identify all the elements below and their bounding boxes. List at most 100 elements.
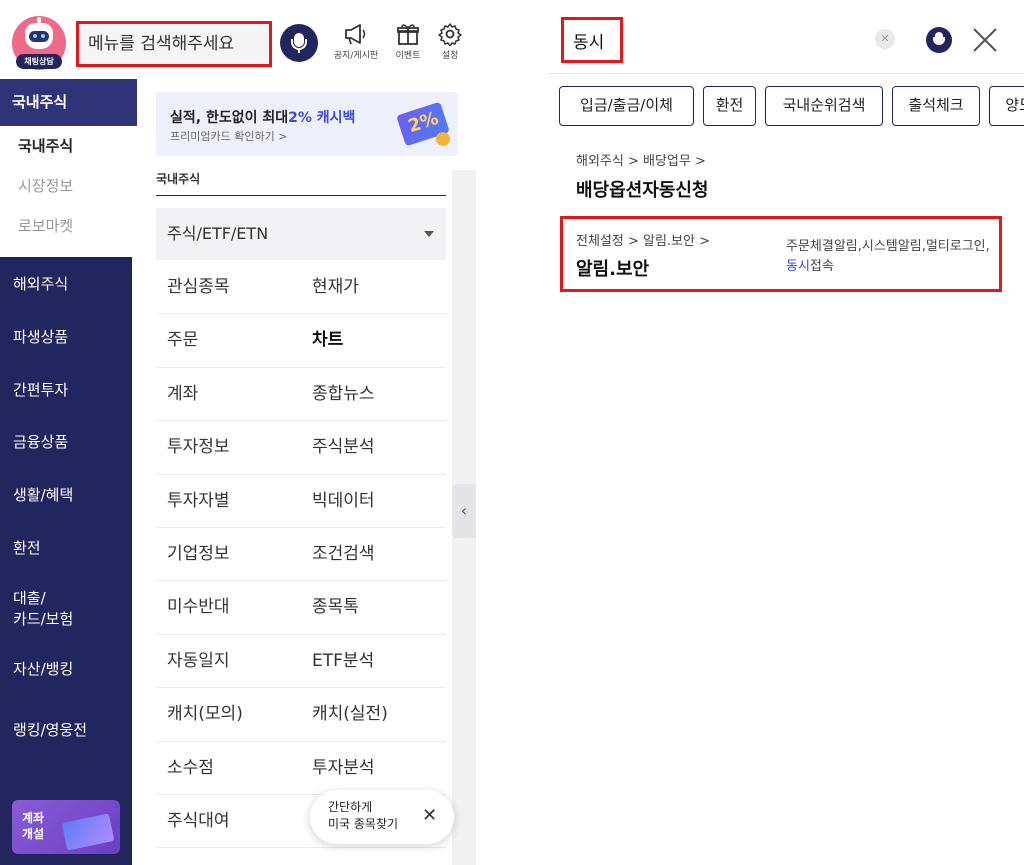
collapse-panel-button[interactable]: ‹ [452,484,476,538]
sidebar-item-financial-products[interactable]: 금융상품 [13,432,68,453]
result-title: 알림.보안 [576,259,650,280]
menu-row: 계좌 종합뉴스 [156,368,446,422]
cashback-banner[interactable]: 실적, 한도없이 최대2% 캐시백 프리미엄카드 확인하기 > 2% [156,92,458,156]
robot-icon [25,17,53,49]
banner-highlight: 2% 캐시백 [288,110,356,126]
menu-item-big-data[interactable]: 빅데이터 [312,475,375,528]
menu-search-input[interactable] [79,24,269,64]
menu-item-stock-lending[interactable]: 주식대여 [167,795,230,848]
clear-search-button[interactable]: ✕ [875,29,895,49]
product-type-dropdown[interactable]: 주식/ETF/ETN [156,208,446,260]
chatbot-button[interactable]: 채팅상담 [12,16,66,70]
menu-item-catch-mock[interactable]: 캐치(모의) [167,688,243,741]
open-account-button[interactable]: 계좌 개설 [12,800,120,854]
result-item-alert-security[interactable]: 전체설정 > 알림.보안 > 알림.보안 주문체결알림,시스템알림,멀티로그인,… [560,216,1002,292]
close-icon[interactable]: ✕ [422,805,437,826]
menu-row: 소수점 투자분석 [156,742,446,795]
coupon-icon: 2% [396,98,452,150]
menu-item-fractional[interactable]: 소수점 [167,742,214,795]
menu-item-company-info[interactable]: 기업정보 [167,528,230,581]
menu-panel: 채팅상담 공지/게시판 이벤트 설정 국내주식 국내 [0,0,476,865]
voice-search-button[interactable] [926,27,952,53]
menu-item-by-investor[interactable]: 투자자별 [167,475,230,528]
menu-row: 투자정보 주식분석 [156,421,446,475]
menu-item-watchlist[interactable]: 관심종목 [167,261,230,314]
section-title: 국내주식 [156,172,201,186]
chevron-left-icon: ‹ [460,501,468,520]
header-divider [548,73,1024,74]
chip-deposit-withdraw-transfer[interactable]: 입금/출금/이체 [559,86,694,126]
settings-label: 설정 [441,51,459,61]
menu-item-invest-analysis[interactable]: 투자분석 [312,742,375,795]
event-label: 이벤트 [395,51,421,61]
result-breadcrumb: 전체설정 > 알림.보안 > [576,234,710,249]
megaphone-icon [345,24,366,45]
menu-row: 캐치(모의) 캐치(실전) [156,688,446,742]
close-search-button[interactable] [972,27,998,53]
sidebar-item-ranking[interactable]: 랭킹/영웅전 [13,720,87,741]
results-search-box[interactable] [561,17,623,63]
close-icon [973,28,997,52]
section-divider [156,195,446,196]
notice-board-label: 공지/게시판 [333,51,379,61]
sidebar-item-derivatives[interactable]: 파생상품 [13,327,68,348]
menu-item-condition-search[interactable]: 조건검색 [312,528,375,581]
sidebar-item-life-benefits[interactable]: 생활/혜택 [13,485,73,506]
menu-row: 기업정보 조건검색 [156,528,446,582]
chip-transfer[interactable]: 양도 [989,86,1024,126]
subnav-item-robo-market[interactable]: 로보마켓 [0,206,132,246]
card-icon [61,813,115,851]
notice-board-button[interactable]: 공지/게시판 [330,22,382,61]
sidebar-item-overseas-stock[interactable]: 해외주식 [13,274,68,295]
voice-search-button[interactable] [280,24,318,62]
dropdown-selected: 주식/ETF/ETN [167,224,269,243]
search-results-panel: ✕ 입금/출금/이체 환전 국내순위검색 출석체크 양도 해외주식 > 배당업무… [548,0,1024,865]
open-account-label: 계좌 개설 [22,811,45,841]
sidebar-subnav: 국내주식 시장정보 로보마켓 [0,126,132,257]
us-stock-finder-toast[interactable]: 간단하게 미국 종목찾기 ✕ [310,790,454,844]
sidebar-item-exchange[interactable]: 환전 [13,538,41,559]
banner-subtext: 프리미엄카드 확인하기 > [170,130,288,143]
result-title[interactable]: 배당옵션자동신청 [576,176,708,202]
results-search-input[interactable] [564,20,620,60]
menu-item-invest-info[interactable]: 투자정보 [167,421,230,474]
gear-icon [438,23,462,46]
sidebar-item-assets-banking[interactable]: 자산/뱅킹 [13,659,73,680]
event-button[interactable]: 이벤트 [390,22,426,61]
menu-row: 미수반대 종목톡 [156,581,446,635]
subnav-item-domestic-stock[interactable]: 국내주식 [0,126,132,166]
chatbot-label: 채팅상담 [16,54,62,69]
quick-chips: 입금/출금/이체 환전 국내순위검색 출석체크 양도 [559,86,1024,128]
menu-search-box[interactable] [76,21,272,67]
result-description: 주문체결알림,시스템알림,멀티로그인,동시접속 [786,239,990,274]
subnav-item-market-info[interactable]: 시장정보 [0,166,132,206]
sidebar-item-loan-card-insurance[interactable]: 대출/ 카드/보험 [13,588,73,630]
menu-item-stock-analysis[interactable]: 주식분석 [312,421,375,474]
toast-text: 간단하게 미국 종목찾기 [328,800,399,831]
sidebar-item-easy-invest[interactable]: 간편투자 [13,380,68,401]
chip-attendance-check[interactable]: 출석체크 [892,86,980,126]
chip-exchange[interactable]: 환전 [703,86,756,126]
menu-row: 주문 차트 [156,314,446,368]
menu-row: 투자자별 빅데이터 [156,475,446,528]
caret-down-icon [424,231,434,237]
menu-item-account[interactable]: 계좌 [167,368,198,421]
menu-item-order[interactable]: 주문 [167,314,198,367]
menu-item-current-price[interactable]: 현재가 [312,261,359,314]
gift-icon [397,24,419,45]
menu-item-news[interactable]: 종합뉴스 [312,368,375,421]
menu-item-catch-real[interactable]: 캐치(실전) [312,688,388,741]
chip-domestic-ranking[interactable]: 국내순위검색 [765,86,883,126]
settings-button[interactable]: 설정 [434,22,466,61]
menu-item-chart[interactable]: 차트 [312,314,343,367]
menu-row: 관심종목 현재가 [156,261,446,315]
menu-item-etf-analysis[interactable]: ETF분석 [312,635,374,688]
menu-item-auto-journal[interactable]: 자동일지 [167,635,230,688]
menu-row: 자동일지 ETF분석 [156,635,446,689]
menu-item-unpaid-counter[interactable]: 미수반대 [167,581,230,634]
banner-headline: 실적, 한도없이 최대2% 캐시백 [170,110,356,126]
menu-grid: 관심종목 현재가 주문 차트 계좌 종합뉴스 투자정보 주식분석 투자자별 빅데이터 기업… [156,261,446,849]
sidebar-item-domestic-stock[interactable]: 국내주식 [0,79,137,126]
search-match-highlight: 동시 [786,259,810,274]
menu-item-stock-talk[interactable]: 종목톡 [312,581,359,634]
